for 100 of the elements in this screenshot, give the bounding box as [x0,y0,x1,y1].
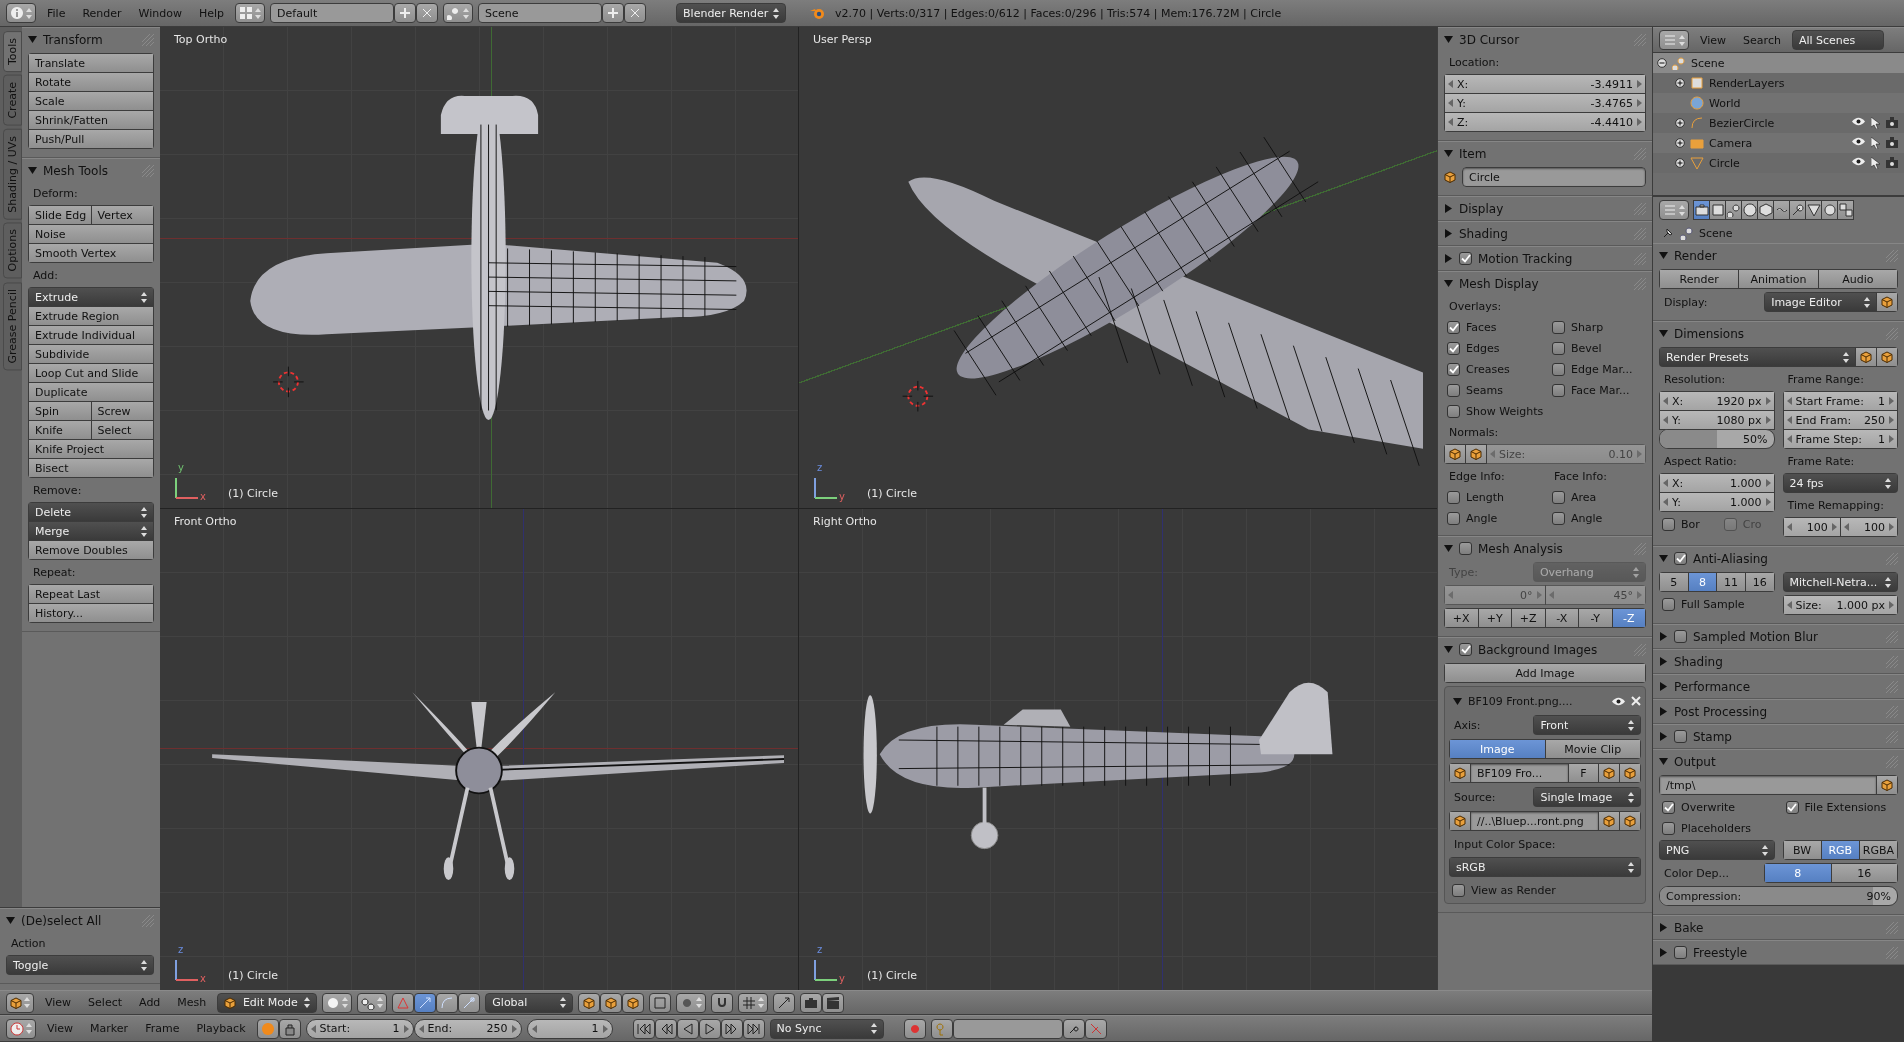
scene-browse-button[interactable] [443,3,474,23]
dropdown[interactable]: Delete [28,502,154,522]
checkbox[interactable] [1447,383,1460,397]
toggle-button[interactable]: 16 [1744,572,1775,592]
number-field[interactable]: 100 [1782,517,1841,537]
slider[interactable]: Compression: 90% [1659,886,1898,906]
current-frame-field[interactable]: 1 [526,1018,613,1039]
add-scene-button[interactable] [602,3,625,23]
keying-set-button[interactable] [930,1018,953,1039]
menu-item[interactable]: Frame [139,1022,186,1035]
menu-item[interactable]: Playback [190,1022,252,1035]
checkbox[interactable] [1552,490,1565,504]
number-field[interactable]: Start Frame: 1 [1782,391,1898,411]
button[interactable]: Rotate [28,72,154,92]
lock-button[interactable] [278,1018,301,1039]
icon-button[interactable] [1598,763,1620,783]
checkbox[interactable] [1459,643,1472,656]
outliner-row[interactable]: World [1653,93,1904,113]
checkbox[interactable] [1447,341,1460,355]
number-field[interactable]: X: 1.000 [1659,473,1775,493]
layout-name-field[interactable]: Default [270,3,395,23]
display-mode-dropdown[interactable]: All Scenes [1791,30,1884,50]
toggle-button[interactable]: 11 [1716,572,1746,592]
render-preview-button[interactable] [773,992,796,1013]
button[interactable]: Extrude Individual [28,325,154,345]
checkbox[interactable] [1452,883,1465,897]
pivot-dropdown[interactable] [357,992,388,1013]
panel-title[interactable]: Mesh Tools [43,163,136,178]
manipulator-button[interactable] [458,992,481,1013]
disclosure-triangle-icon[interactable] [1659,707,1668,716]
disclosure-triangle-icon[interactable] [1659,757,1668,766]
manipulator-button[interactable] [414,992,437,1013]
panel-title[interactable]: 3D Cursor [1459,32,1628,47]
layout-browse-button[interactable] [235,3,266,23]
orientation-dropdown[interactable]: Global [485,992,574,1013]
viewport[interactable]: Right Ortho z y (1) Circle [799,509,1437,990]
toggle-button[interactable]: 16 [1830,863,1898,883]
panel-title[interactable]: Mesh Display [1459,276,1628,291]
disclosure-triangle-icon[interactable] [1444,279,1453,288]
icon-button[interactable] [1876,775,1898,795]
dropdown[interactable]: Image Editor [1764,292,1877,312]
button[interactable]: Translate [28,53,154,73]
menu-item[interactable]: Marker [84,1022,135,1035]
checkbox[interactable] [1785,800,1799,814]
disclosure-triangle-icon[interactable] [1444,544,1453,553]
disclosure-triangle-icon[interactable] [1453,696,1462,706]
toggle-button[interactable]: Image [1449,739,1546,759]
slider[interactable]: 50% [1659,429,1775,449]
dropdown[interactable]: Extrude [28,287,154,307]
select-mode-button[interactable] [578,992,601,1013]
editor-type-button[interactable] [1659,30,1689,50]
dropdown[interactable]: Merge [28,521,154,541]
disclosure-triangle-icon[interactable] [1659,657,1668,666]
button[interactable]: Knife [28,420,92,440]
panel-title[interactable]: Shading [1674,654,1880,669]
disclosure-triangle-icon[interactable] [1659,251,1668,260]
button[interactable]: Add Image [1444,663,1646,683]
disclosure-triangle-icon[interactable] [1659,732,1668,741]
panel-title[interactable]: Sampled Motion Blur [1693,629,1880,644]
number-field[interactable]: Frame Step: 1 [1782,429,1898,449]
toggle-button[interactable]: +X [1444,608,1479,628]
checkbox[interactable] [1552,320,1565,334]
panel-title[interactable]: Transform [43,32,136,47]
checkbox[interactable] [1459,252,1472,265]
checkbox[interactable] [1674,630,1687,643]
add-layout-button[interactable] [394,3,417,23]
dropdown[interactable]: 24 fps [1782,473,1898,493]
viewport[interactable]: Front Ortho z x (1) Circle [160,509,798,990]
disclosure-triangle-icon[interactable] [1659,329,1668,338]
checkbox[interactable] [1447,490,1460,504]
number-field[interactable]: Z: -4.4410 [1444,112,1646,132]
panel-title[interactable]: Output [1674,754,1880,769]
checkbox[interactable] [1447,404,1460,418]
menu-item[interactable]: Window [132,6,188,20]
number-field[interactable]: X: 1920 px [1659,391,1775,411]
editor-type-button[interactable] [6,1018,36,1039]
playback-button[interactable] [654,1018,677,1039]
panel-title[interactable]: Bake [1674,920,1880,935]
toggle-button[interactable]: 8 [1687,572,1718,592]
number-field[interactable]: Y: 1080 px [1659,410,1775,430]
expand-icon[interactable] [1675,118,1685,128]
delete-scene-button[interactable] [624,3,647,23]
playback-button[interactable] [632,1018,655,1039]
panel-title[interactable]: Freestyle [1693,945,1880,960]
button[interactable]: Render [1659,269,1740,289]
outliner-row[interactable]: BezierCircle [1653,113,1904,133]
button[interactable]: Repeat Last [28,584,154,604]
menu-item[interactable]: File [41,6,72,20]
menu-item[interactable]: Add [133,996,167,1009]
icon-button[interactable] [1876,347,1898,367]
scene-name-field[interactable]: Scene [478,3,603,23]
text-field[interactable]: //..\Bluep...ront.png [1470,811,1599,831]
menu-item[interactable]: View [1694,33,1733,47]
manipulator-button[interactable] [436,992,459,1013]
disclosure-triangle-icon[interactable] [28,166,37,175]
insert-keyframe-button[interactable] [1062,1018,1085,1039]
panel-title[interactable]: Background Images [1478,642,1628,657]
toggle-button[interactable]: 5 [1659,572,1689,592]
disclosure-triangle-icon[interactable] [6,916,15,925]
toggle-button[interactable]: Movie Clip [1544,739,1641,759]
